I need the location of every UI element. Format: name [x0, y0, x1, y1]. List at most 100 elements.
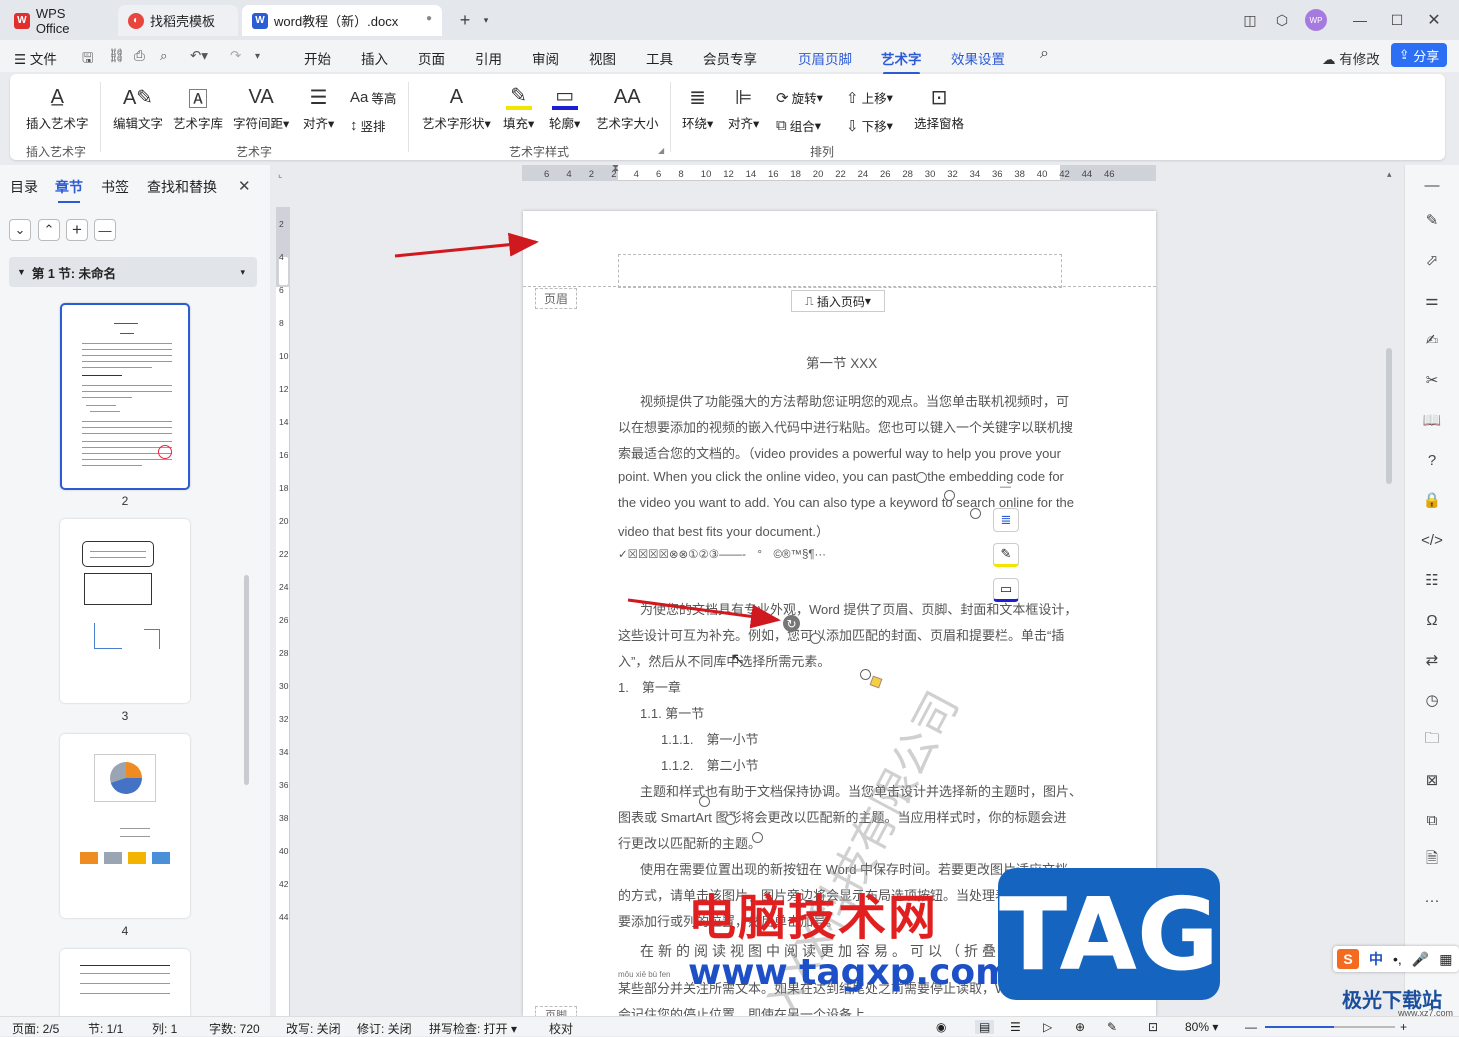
revision-status[interactable]: 修订: 关闭 [357, 1020, 412, 1037]
edits-button[interactable]: ☁ 有修改 [1322, 48, 1380, 68]
avatar[interactable]: WP [1305, 9, 1327, 31]
page-indicator[interactable]: 页面: 2/5 [12, 1020, 59, 1037]
menu-effects[interactable]: 效果设置 [951, 48, 1005, 68]
page-view-icon[interactable]: ▤ [975, 1020, 995, 1034]
folder-star-icon[interactable]: 🗀 [1422, 730, 1442, 750]
zoom-out-icon[interactable]: — [1245, 1020, 1257, 1034]
translate-icon[interactable]: ⇄ [1422, 650, 1442, 670]
more-icon[interactable]: ··· [1422, 890, 1442, 910]
pen-icon[interactable]: ✎ [1422, 210, 1442, 230]
page-thumbnail[interactable] [60, 734, 190, 918]
keyboard-icon[interactable]: ▦ [1439, 951, 1452, 968]
wordart-library-button[interactable]: 🄰 艺术字库 [173, 84, 223, 132]
minimize-icon[interactable]: — [1350, 10, 1370, 30]
pane-scrollbar[interactable] [244, 575, 249, 785]
insert-page-number-button[interactable]: ⎍ 插入页码 ▾ [791, 290, 885, 312]
section-item[interactable]: ▼ 第 1 节: 未命名 ▾ [9, 257, 257, 287]
edit-text-button[interactable]: A✎ 编辑文字 [113, 84, 163, 132]
adjust-handle[interactable] [869, 675, 883, 689]
tab-bookmarks[interactable]: 书签 [101, 177, 129, 197]
book-icon[interactable]: 📖 [1422, 410, 1442, 430]
tab-template[interactable]: ◐ 找稻壳模板 [118, 5, 238, 36]
page-thumbnail[interactable] [60, 519, 190, 703]
menu-insert[interactable]: 插入 [361, 48, 388, 68]
print-preview-icon[interactable]: ⌕ [160, 48, 168, 64]
selection-handle[interactable] [699, 796, 710, 807]
zoom-slider[interactable] [1265, 1026, 1395, 1028]
cube-icon[interactable]: ⬡ [1272, 10, 1292, 30]
zoom-in-icon[interactable]: + [1400, 1020, 1407, 1034]
undo-icon[interactable]: ↶▾ [190, 48, 208, 64]
equal-height-button[interactable]: Aa 等高 [350, 88, 396, 107]
remove-section-button[interactable]: — [94, 219, 116, 241]
move-up-button[interactable]: ⌃ [38, 219, 60, 241]
selection-handle[interactable] [970, 508, 981, 519]
ai-write-icon[interactable]: ✍ [1422, 330, 1442, 350]
indent-marker-icon[interactable]: ⧗ [612, 163, 619, 174]
outline-button[interactable]: ▭ 轮廓▾ [549, 84, 580, 132]
wordart-shape-button[interactable]: A 艺术字形状▾ [422, 84, 491, 132]
section-indicator[interactable]: 节: 1/1 [88, 1020, 123, 1037]
selection-handle[interactable] [725, 814, 736, 825]
unsaved-dot-icon[interactable]: ● [426, 13, 432, 24]
tab-document[interactable]: W word教程（新）.docx ● [242, 5, 442, 36]
char-spacing-button[interactable]: VA 字符间距▾ [233, 84, 289, 132]
zoom-level[interactable]: 80% ▾ [1185, 1020, 1218, 1034]
pen-mode-icon[interactable]: ✎ [1107, 1020, 1117, 1034]
scroll-up-icon[interactable]: ▴ [1387, 169, 1392, 180]
wordart-size-button[interactable]: AA 艺术字大小 [596, 84, 659, 132]
page-thumbnail[interactable] [60, 303, 190, 490]
file-menu[interactable]: ☰ 文件 [14, 48, 57, 68]
overtype-status[interactable]: 改写: 关闭 [286, 1020, 341, 1037]
selection-handle[interactable] [916, 472, 927, 483]
tab-sections[interactable]: 章节 [55, 177, 83, 203]
history-icon[interactable]: ◷ [1422, 690, 1442, 710]
collapse-toolbar-icon[interactable]: — [1000, 481, 1011, 493]
selection-handle[interactable] [810, 633, 821, 644]
share-button[interactable]: ⇪ 分享 [1391, 43, 1447, 67]
chevron-down-icon[interactable]: ▾ [240, 267, 245, 278]
tab-wps-office[interactable]: W WPS Office [4, 5, 112, 36]
close-pane-icon[interactable]: ✕ [238, 177, 251, 195]
menu-header-footer[interactable]: 页眉页脚 [798, 48, 852, 68]
document-scrollbar[interactable] [1386, 348, 1392, 484]
fill-button[interactable]: ✎ 填充▾ [503, 84, 534, 132]
list-icon[interactable]: ☷ [1422, 570, 1442, 590]
doc-scan-icon[interactable]: 🗎 [1422, 850, 1442, 870]
align-button[interactable]: ☰ 对齐▾ [303, 84, 334, 132]
eye-icon[interactable]: ◉ [936, 1020, 946, 1034]
image-box-icon[interactable]: ⊠ [1422, 770, 1442, 790]
vertical-ruler[interactable]: 2 4 6 8 10 12 14 16 18 20 22 24 26 28 30 32 34 36 38 40 42 44 [276, 207, 290, 1016]
spellcheck-status[interactable]: 拼写检查: 打开 ▾ [429, 1020, 517, 1037]
selection-handle[interactable] [860, 669, 871, 680]
vertical-text-button[interactable]: ↕ 竖排 [350, 116, 386, 135]
chevron-down-icon[interactable]: ▾ [476, 10, 496, 30]
word-count[interactable]: 字数: 720 [209, 1020, 260, 1037]
menu-member[interactable]: 会员专享 [703, 48, 757, 68]
add-section-button[interactable]: + [66, 219, 88, 241]
doc-compare-icon[interactable]: ⧉ [1422, 810, 1442, 830]
punctuation-icon[interactable]: •, [1393, 951, 1402, 967]
header-box[interactable] [618, 254, 1062, 288]
insert-wordart-button[interactable]: A̲ 插入艺术字 [26, 84, 89, 132]
rotate-button[interactable]: ⟳ 旋转 ▾ [776, 88, 823, 107]
play-icon[interactable]: ▷ [1043, 1020, 1052, 1034]
wrap-quick-button[interactable]: ≣ [993, 508, 1019, 532]
menu-page[interactable]: 页面 [418, 48, 445, 68]
move-down-button[interactable]: ⌄ [9, 219, 31, 241]
more-chevron-icon[interactable]: ▾ [255, 51, 260, 62]
web-view-icon[interactable]: ⊕ [1075, 1020, 1085, 1034]
outline-quick-button[interactable]: ▭ [993, 578, 1019, 602]
help-icon[interactable]: ? [1422, 450, 1442, 470]
print-icon[interactable]: ⎙ [134, 48, 145, 64]
layout-icon[interactable]: ◫ [1240, 10, 1260, 30]
selection-handle[interactable] [752, 832, 763, 843]
menu-tools[interactable]: 工具 [646, 48, 673, 68]
ime-mode[interactable]: 中 [1369, 949, 1383, 969]
menu-reference[interactable]: 引用 [475, 48, 502, 68]
send-backward-button[interactable]: ⇩ 下移 ▾ [846, 116, 893, 135]
redo-icon[interactable]: ↷ [230, 48, 241, 64]
wrap-button[interactable]: ≣ 环绕▾ [682, 84, 713, 132]
group-button[interactable]: ⧉ 组合 ▾ [776, 116, 821, 135]
tools-icon[interactable]: ✂ [1422, 370, 1442, 390]
